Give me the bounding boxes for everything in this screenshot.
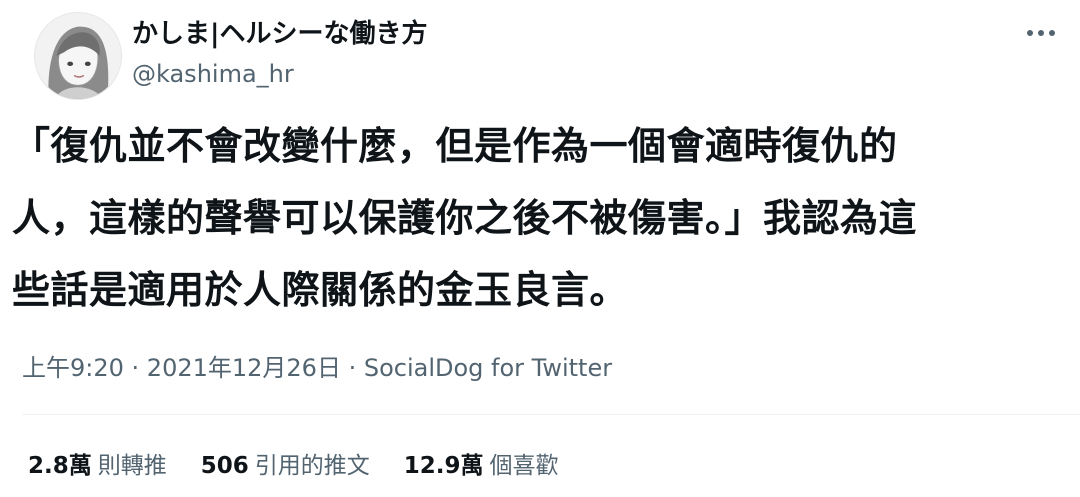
tweet-text-line: 「復仇並不會改變什麼，但是作為一個會適時復仇的	[12, 124, 898, 168]
tweet-time[interactable]: 上午9:20	[22, 354, 124, 382]
display-name[interactable]: かしま|ヘルシーな働き方	[132, 14, 428, 54]
quotes-label: 引用的推文	[254, 453, 370, 479]
likes-count: 12.9萬	[403, 453, 484, 479]
tweet-text-line: 人，這樣的聲譽可以保護你之後不被傷害。」我認為這	[12, 196, 918, 240]
tweet-source[interactable]: SocialDog for Twitter	[364, 354, 612, 382]
meta-separator: ·	[123, 354, 147, 382]
quotes-stat[interactable]: 506 引用的推文	[201, 446, 370, 486]
retweets-stat[interactable]: 2.8萬 則轉推	[28, 446, 167, 486]
retweets-label: 則轉推	[97, 453, 167, 479]
tweet-text: 「復仇並不會改變什麼，但是作為一個會適時復仇的 人，這樣的聲譽可以保護你之後不被…	[12, 110, 1062, 326]
likes-label: 個喜歡	[489, 453, 559, 479]
likes-stat[interactable]: 12.9萬 個喜歡	[404, 446, 559, 486]
more-dots-icon[interactable]	[1018, 18, 1064, 48]
user-handle[interactable]: @kashima_hr	[132, 56, 428, 92]
retweets-count: 2.8萬	[28, 453, 92, 479]
tweet-stats: 2.8萬 則轉推 506 引用的推文 12.9萬 個喜歡	[28, 446, 559, 486]
dot	[1027, 30, 1033, 36]
tweet-date[interactable]: 2021年12月26日	[147, 354, 341, 382]
avatar[interactable]	[34, 12, 122, 100]
quotes-count: 506	[200, 453, 249, 479]
dot	[1038, 30, 1044, 36]
divider	[22, 414, 1080, 415]
user-names: かしま|ヘルシーな働き方 @kashima_hr	[132, 14, 428, 92]
tweet-meta: 上午9:20 · 2021年12月26日 · SocialDog for Twi…	[22, 348, 612, 388]
meta-separator: ·	[340, 354, 364, 382]
tweet-header: かしま|ヘルシーな働き方 @kashima_hr	[24, 10, 1064, 105]
dot	[1049, 30, 1055, 36]
tweet-text-line: 些話是適用於人際關係的金玉良言。	[12, 268, 629, 312]
avatar-illustration	[35, 13, 121, 99]
tweet-card: かしま|ヘルシーな働き方 @kashima_hr 「復仇並不會改變什麼，但是作為…	[0, 0, 1080, 497]
